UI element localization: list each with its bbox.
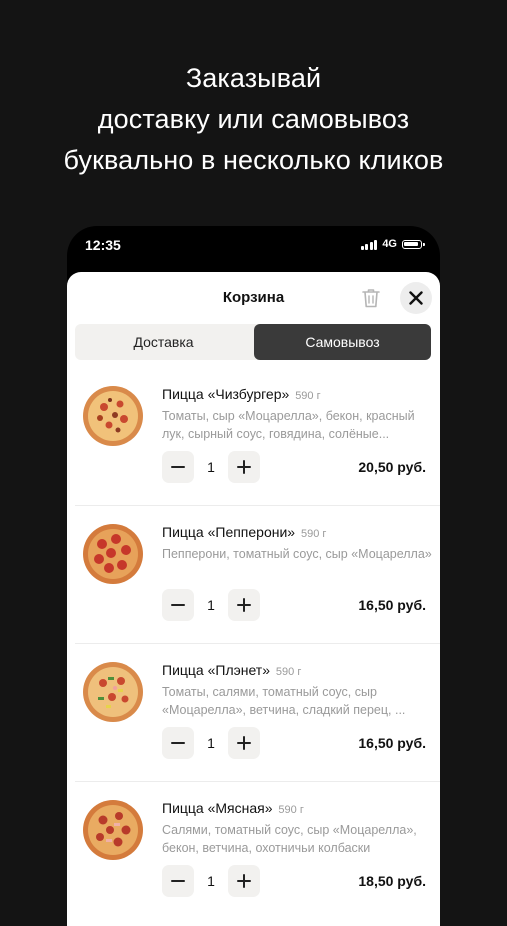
quantity-value: 1	[207, 873, 215, 889]
pizza-cheeseburger-image	[83, 386, 143, 446]
decrease-button[interactable]	[162, 589, 194, 621]
increase-button[interactable]	[228, 865, 260, 897]
tab-delivery[interactable]: Доставка	[75, 324, 252, 360]
item-weight: 590 г	[275, 666, 302, 678]
phone-frame: 12:35 4G Корзина Доставка Самовывоз Пицц…	[67, 226, 440, 926]
item-price: 16,50 руб.	[358, 597, 426, 613]
cart-sheet: Корзина Доставка Самовывоз Пицца «Чизбур…	[67, 272, 440, 926]
item-name: Пицца «Мясная» 590 г	[162, 800, 304, 816]
pizza-pepperoni-image	[83, 524, 143, 584]
item-name: Пицца «Пепперони» 590 г	[162, 524, 327, 540]
item-name: Пицца «Плэнет» 590 г	[162, 662, 302, 678]
item-description: Томаты, сыр «Моцарелла», бекон, красный …	[162, 409, 415, 441]
increase-button[interactable]	[228, 451, 260, 483]
close-button[interactable]	[400, 282, 432, 314]
trash-icon	[362, 289, 380, 308]
item-price: 16,50 руб.	[358, 735, 426, 751]
order-type-switch: Доставка Самовывоз	[75, 324, 431, 360]
increase-button[interactable]	[228, 727, 260, 759]
minus-icon	[171, 466, 185, 468]
pizza-meat-image	[83, 800, 143, 860]
tab-pickup[interactable]: Самовывоз	[254, 324, 431, 360]
cart-title: Корзина	[222, 289, 285, 306]
item-weight: 590 г	[278, 804, 304, 816]
pizza-planet-image	[83, 662, 143, 722]
headline-line-3: буквально в несколько кликов	[63, 145, 444, 175]
quantity-value: 1	[207, 597, 215, 613]
plus-icon	[237, 460, 251, 474]
cart-item: Пицца «Чизбургер» 590 г Томаты, сыр «Моц…	[67, 368, 440, 506]
decrease-button[interactable]	[162, 451, 194, 483]
decrease-button[interactable]	[162, 727, 194, 759]
plus-icon	[237, 598, 251, 612]
item-name: Пицца «Чизбургер» 590 г	[162, 386, 321, 402]
headline-line-1: Заказывай	[185, 63, 322, 93]
headline-line-2: доставку или самовывоз	[97, 104, 410, 134]
increase-button[interactable]	[228, 589, 260, 621]
promo-headline: Заказывай доставку или самовывоз букваль…	[0, 58, 507, 181]
network-label: 4G	[382, 238, 397, 250]
item-weight: 590 г	[295, 390, 321, 402]
status-indicators: 4G	[360, 238, 425, 250]
close-icon	[409, 291, 423, 305]
battery-icon	[402, 239, 425, 249]
item-description: Пепперони, томатный соус, сыр «Моцарелла…	[162, 547, 432, 561]
minus-icon	[171, 604, 185, 606]
item-description: Томаты, салями, томатный соус, сыр «Моца…	[162, 685, 406, 717]
item-weight: 590 г	[300, 528, 327, 540]
plus-icon	[237, 874, 251, 888]
cart-item: Пицца «Плэнет» 590 г Томаты, салями, том…	[67, 644, 440, 782]
item-price: 20,50 руб.	[358, 459, 426, 475]
signal-icon	[360, 239, 378, 250]
item-description: Салями, томатный соус, сыр «Моцарелла», …	[162, 823, 417, 855]
clear-cart-button[interactable]	[360, 285, 382, 311]
cart-header: Корзина	[67, 272, 440, 324]
item-price: 18,50 руб.	[358, 873, 426, 889]
plus-icon	[237, 736, 251, 750]
quantity-value: 1	[207, 459, 215, 475]
cart-item: Пицца «Пепперони» 590 г Пепперони, томат…	[67, 506, 440, 644]
cart-item: Пицца «Мясная» 590 г Салями, томатный со…	[67, 782, 440, 920]
status-bar: 12:35 4G	[67, 226, 440, 272]
quantity-value: 1	[207, 735, 215, 751]
status-time: 12:35	[85, 237, 121, 253]
minus-icon	[171, 742, 185, 744]
minus-icon	[171, 880, 185, 882]
decrease-button[interactable]	[162, 865, 194, 897]
